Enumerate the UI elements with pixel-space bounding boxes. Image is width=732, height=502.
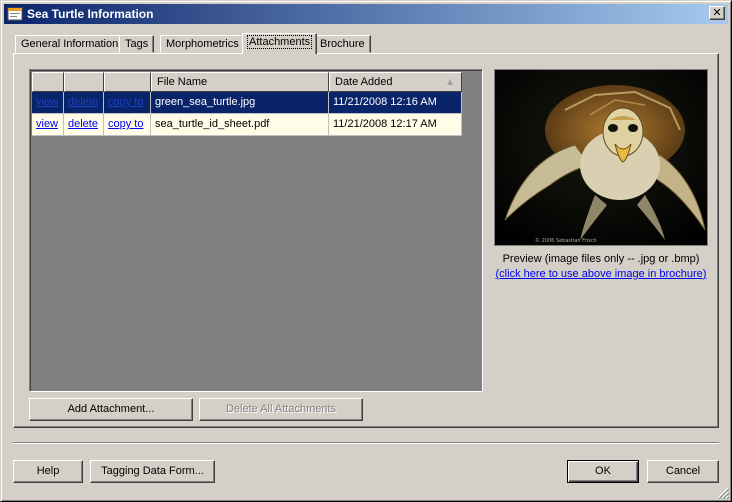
- sort-ascending-icon: ▲: [445, 77, 455, 88]
- help-button[interactable]: Help: [13, 460, 83, 483]
- preview-image: © 2006 Sebastian Frisch: [494, 69, 708, 246]
- tab-label: Tags: [125, 38, 149, 50]
- close-icon: ✕: [712, 7, 722, 19]
- view-link[interactable]: view: [36, 118, 58, 130]
- delete-link[interactable]: delete: [68, 118, 98, 130]
- tab-general-information[interactable]: General Information: [15, 35, 125, 53]
- tagging-data-form-button[interactable]: Tagging Data Form...: [90, 460, 215, 483]
- column-label: File Name: [157, 76, 208, 88]
- delete-all-attachments-button[interactable]: Delete All Attachments: [199, 398, 363, 421]
- column-header-file-name[interactable]: File Name: [151, 72, 329, 92]
- delete-link[interactable]: delete: [68, 96, 98, 108]
- close-button[interactable]: ✕: [709, 6, 725, 20]
- tab-morphometrics[interactable]: Morphometrics: [160, 35, 245, 53]
- tab-label: Morphometrics: [166, 38, 239, 50]
- ok-button[interactable]: OK: [567, 460, 639, 483]
- column-label: Date Added: [335, 76, 393, 88]
- column-header-date-added[interactable]: Date Added ▲: [329, 72, 462, 92]
- tab-label: Brochure: [320, 38, 365, 50]
- preview-caption: Preview (image files only -- .jpg or .bm…: [502, 253, 700, 265]
- resize-grip-icon[interactable]: [717, 487, 729, 499]
- date-added-cell: 11/21/2008 12:17 AM: [329, 114, 462, 136]
- column-header-delete[interactable]: [64, 72, 104, 92]
- app-icon: [7, 7, 23, 21]
- table-row[interactable]: view delete copy to green_sea_turtle.jpg…: [32, 92, 462, 114]
- grid-header: File Name Date Added ▲: [32, 72, 462, 92]
- column-header-view[interactable]: [32, 72, 64, 92]
- attachments-grid[interactable]: File Name Date Added ▲ view delete copy …: [29, 69, 483, 392]
- add-attachment-button[interactable]: Add Attachment...: [29, 398, 193, 421]
- tab-label: Attachments: [246, 35, 313, 49]
- dialog-window: Sea Turtle Information ✕ General Informa…: [0, 0, 732, 502]
- copy-to-link[interactable]: copy to: [108, 96, 143, 108]
- use-image-in-brochure-link[interactable]: (click here to use above image in brochu…: [489, 268, 713, 280]
- copy-to-link[interactable]: copy to: [108, 118, 143, 130]
- file-name-cell: sea_turtle_id_sheet.pdf: [151, 114, 329, 136]
- tab-tags[interactable]: Tags: [119, 35, 155, 53]
- tab-brochure[interactable]: Brochure: [314, 35, 371, 53]
- title-bar[interactable]: Sea Turtle Information ✕: [4, 4, 728, 24]
- window-title: Sea Turtle Information: [27, 7, 154, 21]
- sea-turtle-photo: © 2006 Sebastian Frisch: [495, 70, 707, 245]
- footer-separator: [13, 442, 719, 444]
- photo-copyright: © 2006 Sebastian Frisch: [535, 237, 597, 244]
- table-row[interactable]: view delete copy to sea_turtle_id_sheet.…: [32, 114, 462, 136]
- view-link[interactable]: view: [36, 96, 58, 108]
- tab-attachments[interactable]: Attachments: [242, 33, 318, 54]
- column-header-copy[interactable]: [104, 72, 151, 92]
- file-name-cell: green_sea_turtle.jpg: [151, 92, 329, 114]
- date-added-cell: 11/21/2008 12:16 AM: [329, 92, 462, 114]
- tab-label: General Information: [21, 38, 119, 50]
- cancel-button[interactable]: Cancel: [647, 460, 719, 483]
